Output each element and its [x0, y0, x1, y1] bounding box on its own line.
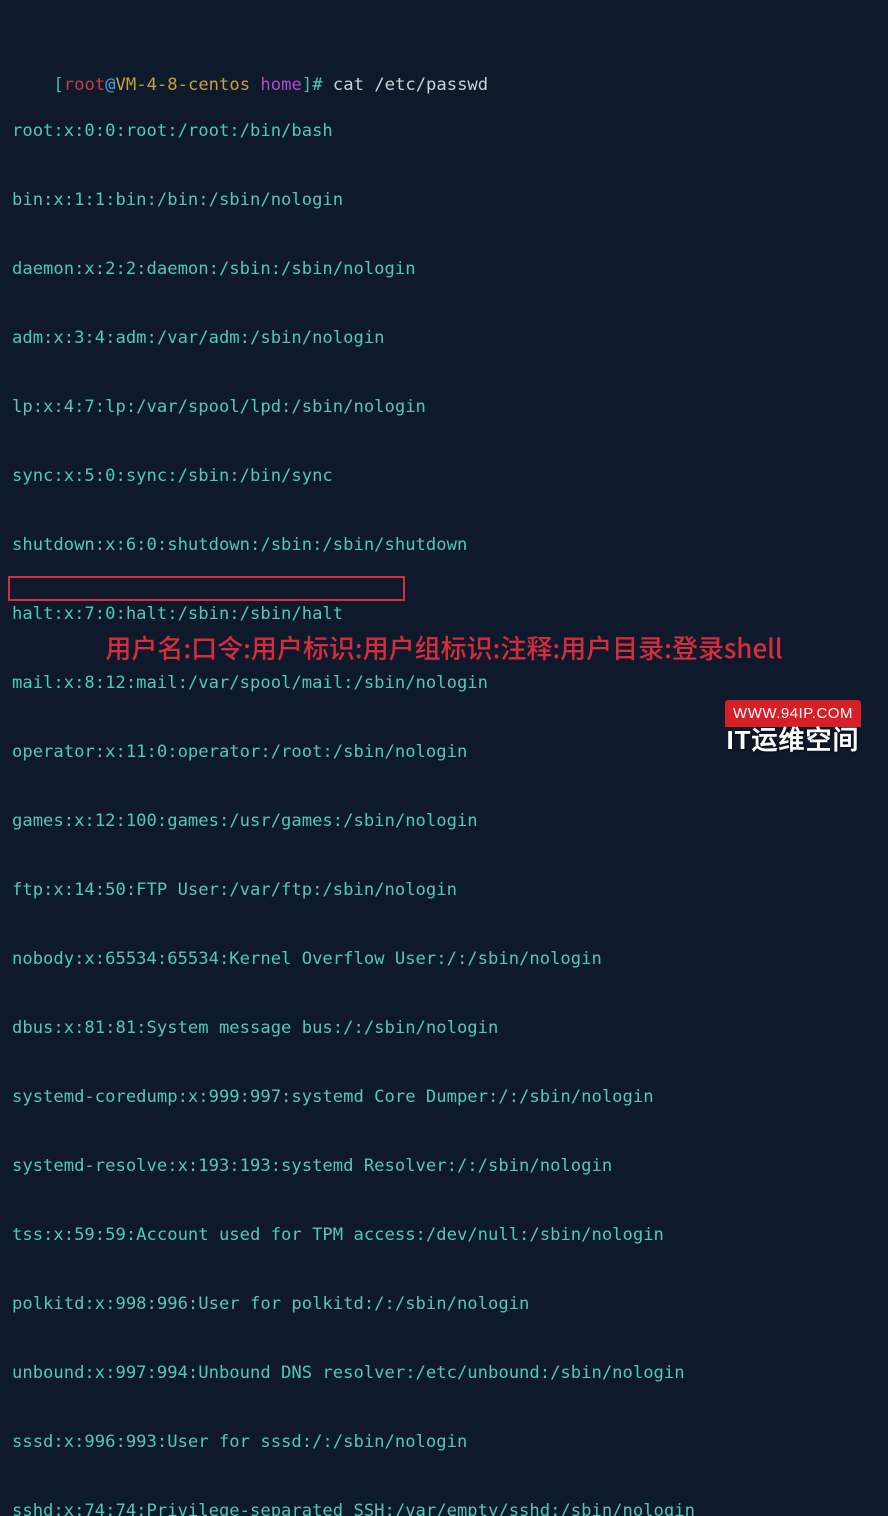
passwd-line: shutdown:x:6:0:shutdown:/sbin:/sbin/shut…	[12, 534, 876, 557]
passwd-line: mail:x:8:12:mail:/var/spool/mail:/sbin/n…	[12, 672, 876, 695]
passwd-line: systemd-resolve:x:193:193:systemd Resolv…	[12, 1155, 876, 1178]
prompt-open-bracket: [	[53, 75, 63, 95]
prompt-hash: #	[312, 75, 322, 95]
passwd-line: halt:x:7:0:halt:/sbin:/sbin/halt	[12, 603, 876, 626]
passwd-format-caption: 用户名:口令:用户标识:用户组标识:注释:用户目录:登录shell	[0, 636, 888, 659]
passwd-line: lp:x:4:7:lp:/var/spool/lpd:/sbin/nologin	[12, 396, 876, 419]
prompt-line-1: [root@VM-4-8-centos home]# cat /etc/pass…	[12, 51, 876, 74]
passwd-line: root:x:0:0:root:/root:/bin/bash	[12, 120, 876, 143]
prompt-close-bracket: ]	[302, 75, 312, 95]
passwd-line: adm:x:3:4:adm:/var/adm:/sbin/nologin	[12, 327, 876, 350]
prompt-path: home	[260, 75, 301, 95]
terminal-output[interactable]: [root@VM-4-8-centos home]# cat /etc/pass…	[0, 0, 888, 1516]
passwd-line: dbus:x:81:81:System message bus:/:/sbin/…	[12, 1017, 876, 1040]
passwd-line: sssd:x:996:993:User for sssd:/:/sbin/nol…	[12, 1431, 876, 1454]
watermark-brand: IT运维空间	[708, 729, 878, 752]
prompt-space	[250, 75, 260, 95]
prompt-at: @	[105, 75, 115, 95]
passwd-line: ftp:x:14:50:FTP User:/var/ftp:/sbin/nolo…	[12, 879, 876, 902]
passwd-line: bin:x:1:1:bin:/bin:/sbin/nologin	[12, 189, 876, 212]
passwd-line: systemd-coredump:x:999:997:systemd Core …	[12, 1086, 876, 1109]
passwd-line: sshd:x:74:74:Privilege-separated SSH:/va…	[12, 1500, 876, 1516]
command-text: cat /etc/passwd	[333, 75, 488, 95]
prompt-user: root	[64, 75, 105, 95]
passwd-line: polkitd:x:998:996:User for polkitd:/:/sb…	[12, 1293, 876, 1316]
passwd-line: sync:x:5:0:sync:/sbin:/bin/sync	[12, 465, 876, 488]
passwd-line: unbound:x:997:994:Unbound DNS resolver:/…	[12, 1362, 876, 1385]
watermark-url: WWW.94IP.COM	[725, 700, 861, 727]
passwd-line: nobody:x:65534:65534:Kernel Overflow Use…	[12, 948, 876, 971]
passwd-line: tss:x:59:59:Account used for TPM access:…	[12, 1224, 876, 1247]
passwd-line: games:x:12:100:games:/usr/games:/sbin/no…	[12, 810, 876, 833]
watermark: WWW.94IP.COM IT运维空间	[708, 700, 878, 752]
prompt-host: VM-4-8-centos	[116, 75, 251, 95]
passwd-line: daemon:x:2:2:daemon:/sbin:/sbin/nologin	[12, 258, 876, 281]
